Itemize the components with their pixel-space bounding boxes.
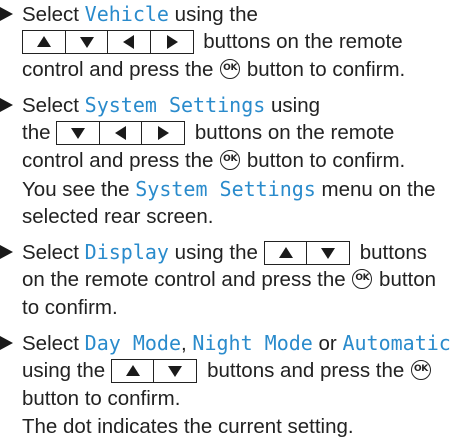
instruction-line: control and press the OK button to confi… xyxy=(0,147,465,175)
instruction-line: using the buttons and press the OK xyxy=(0,357,465,385)
menu-item-name: Night Mode xyxy=(192,331,313,355)
arrow-left-icon xyxy=(107,29,151,54)
instruction-text: using the xyxy=(168,241,264,264)
instruction-line: Select Vehicle using the xyxy=(0,0,465,28)
ok-button-icon: OK xyxy=(220,58,241,79)
remote-arrow-buttons xyxy=(22,29,194,54)
instruction-text: using the xyxy=(22,359,111,382)
instruction-text: Select xyxy=(22,3,85,26)
triangle-bullet-icon xyxy=(0,7,13,21)
instruction-text: button to confirm. xyxy=(241,149,406,172)
instruction-line: Select Day Mode, Night Mode or Automatic xyxy=(0,329,465,357)
instruction-step: Select Day Mode, Night Mode or Automatic… xyxy=(0,329,465,441)
instruction-line: buttons on the remote xyxy=(0,28,465,56)
arrow-down-icon xyxy=(153,358,198,383)
instruction-text: on the remote control and press the xyxy=(22,268,352,291)
arrow-right-icon xyxy=(141,120,186,145)
remote-arrow-buttons xyxy=(110,358,198,383)
triangle-bullet-icon xyxy=(0,245,13,259)
triangle-bullet-icon xyxy=(0,336,13,350)
instruction-text: menu on the xyxy=(315,178,436,201)
instruction-line: You see the System Settings menu on the xyxy=(0,175,465,203)
instruction-text: buttons on the remote xyxy=(197,30,403,53)
arrow-down-icon xyxy=(56,120,101,145)
menu-item-name: Day Mode xyxy=(84,331,181,355)
instruction-text: Select xyxy=(22,94,85,117)
arrow-left-icon xyxy=(98,120,143,145)
instruction-line: Select Display using the buttons xyxy=(0,238,465,266)
instruction-line: the buttons on the remote xyxy=(0,119,465,147)
instruction-text: buttons on the remote xyxy=(189,121,395,144)
instruction-text: buttons xyxy=(354,241,428,264)
instruction-line: control and press the OK button to confi… xyxy=(0,56,465,84)
instruction-text: The dot indicates the current setting. xyxy=(22,415,354,438)
instruction-text: or xyxy=(312,332,343,355)
instruction-step: Select Display using the buttons on the r… xyxy=(0,238,465,322)
instruction-line: on the remote control and press the OK b… xyxy=(0,266,465,294)
menu-item-name: System Settings xyxy=(135,177,316,201)
instruction-text: button to confirm. xyxy=(22,387,181,410)
remote-arrow-buttons xyxy=(263,240,351,265)
arrow-right-icon xyxy=(149,29,194,54)
instruction-text: using xyxy=(265,94,321,117)
instruction-line: to confirm. xyxy=(0,294,465,322)
instruction-line: button to confirm. xyxy=(0,385,465,413)
instruction-text: Select xyxy=(22,332,85,355)
instructions-page: Select Vehicle using the buttons on the … xyxy=(0,0,465,438)
menu-item-name: Automatic xyxy=(342,331,451,355)
arrow-down-icon xyxy=(306,240,351,265)
remote-arrow-buttons xyxy=(56,120,186,145)
instruction-line: The dot indicates the current setting. xyxy=(0,413,465,441)
menu-item-name: System Settings xyxy=(84,93,266,117)
instruction-text: selected rear screen. xyxy=(22,205,214,228)
triangle-bullet-icon xyxy=(0,98,13,112)
instruction-text: the xyxy=(22,121,57,144)
ok-button-icon: OK xyxy=(220,149,241,170)
instruction-step: Select System Settings using the buttons … xyxy=(0,91,465,231)
instruction-text: button to confirm. xyxy=(241,58,406,81)
instruction-text: control and press the xyxy=(22,149,220,172)
menu-item-name: Vehicle xyxy=(84,2,169,26)
arrow-up-icon xyxy=(263,240,308,265)
instruction-text: using the xyxy=(168,3,258,26)
instruction-text: , xyxy=(181,332,193,355)
instruction-text: You see the xyxy=(22,178,136,201)
instruction-line: selected rear screen. xyxy=(0,203,465,231)
instruction-text: buttons and press the xyxy=(201,359,410,382)
menu-item-name: Display xyxy=(84,240,169,264)
instruction-text: Select xyxy=(22,241,85,264)
arrow-up-icon xyxy=(110,358,155,383)
ok-button-icon: OK xyxy=(410,359,431,380)
instruction-text: control and press the xyxy=(22,58,220,81)
arrow-down-icon xyxy=(64,29,109,54)
instruction-text: button xyxy=(373,268,437,291)
arrow-up-icon xyxy=(22,29,66,54)
instruction-text: to confirm. xyxy=(22,296,118,319)
instruction-line: Select System Settings using xyxy=(0,91,465,119)
instruction-step: Select Vehicle using the buttons on the … xyxy=(0,0,465,84)
ok-button-icon: OK xyxy=(352,268,373,289)
